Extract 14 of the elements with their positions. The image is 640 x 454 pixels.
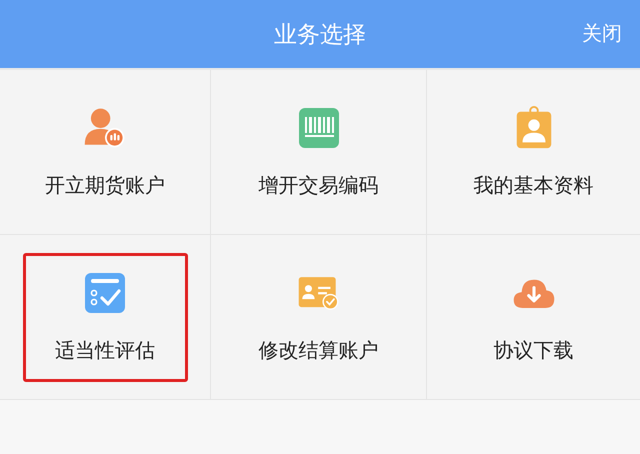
menu-item-label: 我的基本资料 (474, 172, 594, 198)
menu-item[interactable]: 增开交易编码 (211, 70, 427, 235)
person-icon (83, 106, 127, 150)
menu-item-label: 增开交易编码 (258, 172, 378, 198)
menu-item[interactable]: 开立期货账户 (0, 70, 211, 235)
menu-item-label: 协议下载 (494, 336, 574, 364)
page-title: 业务选择 (274, 20, 366, 50)
menu-item[interactable]: 适当性评估 (0, 235, 211, 400)
menu-item-label: 修改结算账户 (258, 336, 378, 364)
checklist-icon (83, 270, 127, 314)
menu-item-label: 适当性评估 (55, 336, 155, 364)
barcode-icon (296, 106, 340, 150)
menu-item-label: 开立期货账户 (45, 172, 165, 198)
menu-item[interactable]: 修改结算账户 (211, 235, 427, 400)
